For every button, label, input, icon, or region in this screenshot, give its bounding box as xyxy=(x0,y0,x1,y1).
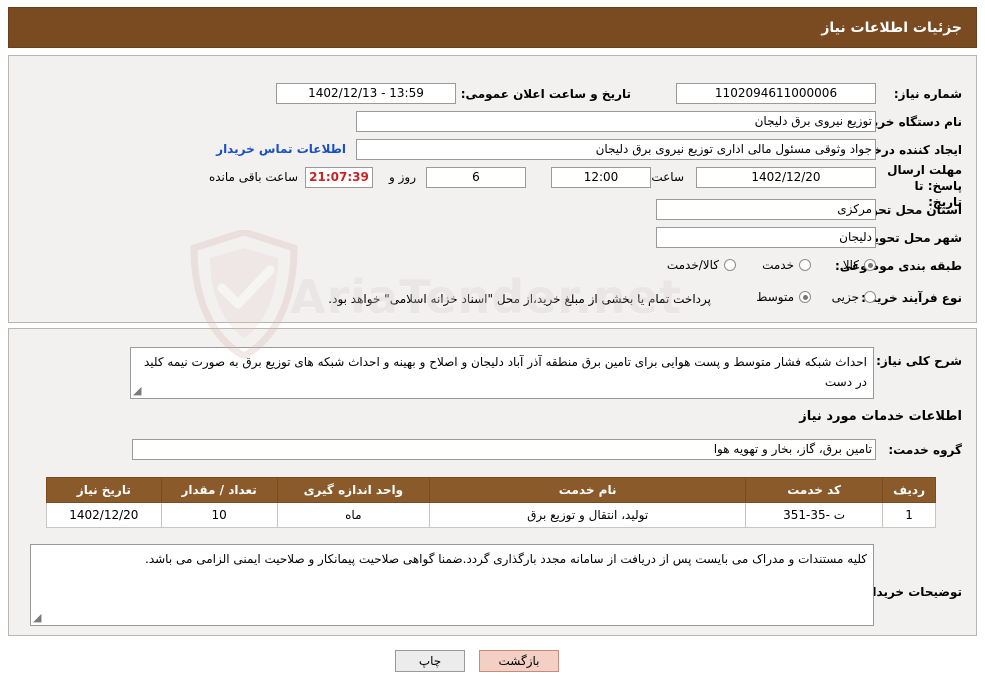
field-city[interactable]: دلیجان xyxy=(656,227,876,248)
col-unit: واحد اندازه گیری xyxy=(276,477,431,503)
radio-icon[interactable] xyxy=(724,259,736,271)
field-remaining-days[interactable]: 6 xyxy=(426,167,526,188)
need-info-panel: شماره نیاز: 1102094611000006 تاریخ و ساع… xyxy=(8,55,977,323)
table-row[interactable]: 1 ت -35-351 تولید، انتقال و توزیع برق ما… xyxy=(46,502,936,528)
services-table: ردیف کد خدمت نام خدمت واحد اندازه گیری ت… xyxy=(46,477,936,528)
radio-category-kala[interactable]: کالا xyxy=(843,258,876,272)
label-remaining-suffix: ساعت باقی مانده xyxy=(208,170,298,184)
purchase-note: پرداخت تمام یا بخشی از مبلغ خرید،از محل … xyxy=(328,292,711,306)
page-header: جزئیات اطلاعات نیاز xyxy=(8,7,977,48)
radio-label: متوسط xyxy=(756,290,794,304)
label-general-desc: شرح کلی نیاز: xyxy=(876,354,962,368)
field-province[interactable]: مرکزی xyxy=(656,199,876,220)
radio-icon[interactable] xyxy=(799,259,811,271)
col-row-number: ردیف xyxy=(882,477,936,503)
radio-icon[interactable] xyxy=(864,291,876,303)
radio-category-kala-khedmat[interactable]: کالا/خدمت xyxy=(667,258,736,272)
col-quantity: تعداد / مقدار xyxy=(160,477,278,503)
label-remaining-days: روز و xyxy=(389,170,416,184)
field-buyer-org[interactable]: توزیع نیروی برق دلیجان xyxy=(356,111,876,132)
services-section-title: اطلاعات خدمات مورد نیاز xyxy=(799,409,962,424)
radio-icon[interactable] xyxy=(864,259,876,271)
radio-label: کالا xyxy=(842,258,859,272)
cell-need-date: 1402/12/20 xyxy=(46,502,162,528)
buyer-notes-text: کلیه مستندات و مدراک می بایست پس از دریا… xyxy=(145,552,867,566)
radio-purchase-partial[interactable]: جزیی xyxy=(832,290,876,304)
cell-quantity: 10 xyxy=(160,502,278,528)
field-deadline-hour[interactable]: 12:00 xyxy=(551,167,651,188)
general-desc-text: احداث شبکه فشار متوسط و پست هوایی برای ت… xyxy=(143,355,867,389)
page-root: جزئیات اطلاعات نیاز شماره نیاز: 11020946… xyxy=(0,0,985,691)
resize-handle-icon[interactable]: ◣ xyxy=(33,611,45,624)
radio-purchase-medium[interactable]: متوسط xyxy=(756,290,811,304)
label-purchase-type: نوع فرآیند خرید : xyxy=(861,291,962,305)
field-general-desc[interactable]: احداث شبکه فشار متوسط و پست هوایی برای ت… xyxy=(130,347,874,399)
table-header-row: ردیف کد خدمت نام خدمت واحد اندازه گیری ت… xyxy=(46,477,936,503)
label-buyer-notes: توضیحات خریدار: xyxy=(860,585,962,599)
radio-category-khedmat[interactable]: خدمت xyxy=(762,258,811,272)
cell-service-code: ت -35-351 xyxy=(745,502,884,528)
radio-label: جزیی xyxy=(831,290,859,304)
resize-handle-icon[interactable]: ◣ xyxy=(133,384,145,397)
print-button[interactable]: چاپ xyxy=(395,650,465,672)
field-need-number[interactable]: 1102094611000006 xyxy=(676,83,876,104)
radio-label: خدمت xyxy=(762,258,794,272)
page-title: جزئیات اطلاعات نیاز xyxy=(821,20,962,36)
radio-label: کالا/خدمت xyxy=(666,258,719,272)
col-service-name: نام خدمت xyxy=(429,477,747,503)
col-service-code: کد خدمت xyxy=(745,477,884,503)
cell-row-number: 1 xyxy=(882,502,936,528)
field-service-group[interactable]: تامین برق، گاز، بخار و تهویه هوا xyxy=(132,439,876,460)
field-creator[interactable]: جواد وثوقی مسئول مالی اداری توزیع نیروی … xyxy=(356,139,876,160)
cell-service-name: تولید، انتقال و توزیع برق xyxy=(429,502,747,528)
field-deadline-date[interactable]: 1402/12/20 xyxy=(696,167,876,188)
back-button[interactable]: بازگشت xyxy=(479,650,559,672)
need-details-panel: شرح کلی نیاز: احداث شبکه فشار متوسط و پس… xyxy=(8,328,977,636)
label-need-number: شماره نیاز: xyxy=(893,87,962,101)
radio-icon[interactable] xyxy=(799,291,811,303)
buyer-contact-link[interactable]: اطلاعات تماس خریدار xyxy=(216,142,346,156)
label-public-announce: تاریخ و ساعت اعلان عمومی: xyxy=(460,87,631,101)
field-buyer-notes[interactable]: کلیه مستندات و مدراک می بایست پس از دریا… xyxy=(30,544,874,626)
col-need-date: تاریخ نیاز xyxy=(46,477,162,503)
field-remaining-time[interactable]: 21:07:39 xyxy=(305,167,373,188)
label-service-group: گروه خدمت: xyxy=(888,443,962,457)
label-deadline-hour: ساعت xyxy=(651,170,684,184)
cell-unit: ماه xyxy=(276,502,431,528)
field-public-announce[interactable]: 13:59 - 1402/12/13 xyxy=(276,83,456,104)
